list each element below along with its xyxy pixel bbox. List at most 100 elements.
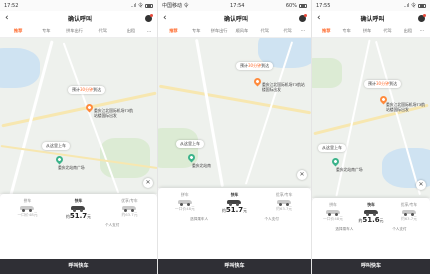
eta-bubble: 预计30分钟到达 [68,86,106,94]
destination-label: 重庆江北国际机场T3航站楼国际出发 [386,102,425,112]
page-title: 确认呼叫 [360,15,385,23]
tab-hitch[interactable]: 顺风车 [230,28,253,34]
message-icon[interactable] [298,13,307,22]
tab-taxi[interactable]: 出租 [117,28,145,34]
tab-premier[interactable]: 专车 [32,28,60,34]
passenger-option[interactable]: 选择乘车人 [335,227,353,232]
car-option-express[interactable]: 快车 约51.6元 [352,202,390,224]
car-icon [325,209,340,216]
payment-option[interactable]: 个人支付 [392,227,406,232]
pickup-bubble[interactable]: 从这里上车 [176,140,204,148]
payment-option[interactable]: 个人支付 [105,223,119,228]
car-name: 拼车 [329,202,337,207]
tab-taxi[interactable]: 出租 [398,28,418,34]
title-bar: ‹ 确认呼叫 [312,11,430,25]
service-tabs: 推荐 专车 拼车出行 代驾 出租 ... [0,25,157,38]
title-bar: ‹ 确认呼叫 [158,11,311,25]
close-icon[interactable]: ✕ [297,170,307,180]
car-price: 约51.7元 [66,212,91,220]
tab-premier[interactable]: 专车 [336,28,356,34]
car-price: 约63.7元 [121,212,138,217]
pickup-label: 重庆北站南广场 [336,167,363,172]
phone-screen-1: 17:52 ..ıl 令 ‹ 确认呼叫 推荐 专车 拼车出行 代驾 出租 ...… [0,0,158,274]
car-name: 优享/专车 [275,192,293,197]
pickup-label: 重庆北站南 [192,163,211,168]
car-option-express[interactable]: 快车 约51.7元 [53,198,103,220]
car-name: 优享/专车 [121,198,138,203]
close-icon[interactable]: ✕ [416,180,426,190]
car-option-premium[interactable]: 优享/专车 约63.7元 [104,198,154,220]
car-icon [227,199,242,206]
tab-recommend[interactable]: 推荐 [316,28,336,34]
car-price: 约63.7元 [276,206,293,211]
page-title: 确认呼叫 [223,15,248,23]
back-button[interactable]: ‹ [317,11,327,25]
tab-chauffeur[interactable]: 代驾 [89,28,117,34]
tab-carpool[interactable]: 拼车 [357,28,377,34]
pickup-pin-icon[interactable] [330,156,341,167]
car-selection-panel: 拼车 一口价48元 快车 约51.7元 优享/专车 约63.7元 选择乘车人 个… [158,188,311,274]
eta-bubble: 预计30分钟到达 [236,62,274,70]
car-option-carpool[interactable]: 拼车 一口价48元 [2,198,52,220]
route-map[interactable]: 预计30分钟到达 重庆江北国际机场T3航站楼国际出发 从这里上车 重庆北站南广场… [312,38,430,198]
signal-icon: 中国移动 令 [162,3,189,9]
pickup-bubble[interactable]: 从这里上车 [42,142,70,150]
car-price: 一口价48元 [322,216,343,221]
signal-icon: ..ıl 令 [403,3,416,9]
tabs-more-icon[interactable]: ... [145,28,153,34]
car-option-carpool[interactable]: 拼车 一口价48元 [314,202,352,224]
back-button[interactable]: ‹ [163,11,173,25]
passenger-option[interactable]: 选择乘车人 [190,217,208,222]
tab-chauffeur-2[interactable]: 代驾 [276,28,299,34]
car-name: 拼车 [181,192,189,197]
status-time: 17:55 [316,2,331,9]
car-options: 拼车 一口价48元 快车 约51.7元 优享/专车 约63.7元 [0,194,157,220]
message-icon[interactable] [417,13,426,22]
pickup-label: 重庆北站南广场 [58,165,85,170]
tab-carpool[interactable]: 拼车出行 [208,28,231,34]
pickup-bubble[interactable]: 从这里上车 [318,144,346,152]
tab-recommend[interactable]: 推荐 [4,28,32,34]
car-name: 快车 [230,192,239,197]
car-icon [177,199,192,206]
route-map[interactable]: 预计30分钟到达 重庆江北国际机场T3航站楼国际出发 从这里上车 重庆北站南 ✕ [158,38,311,188]
call-car-button[interactable]: 呼叫快车 [312,259,430,274]
tabs-more-icon[interactable]: ⋯ [299,28,307,34]
call-car-button[interactable]: 呼叫快车 [0,259,157,274]
ride-options: 选择乘车人 个人支付 [158,214,311,225]
back-button[interactable]: ‹ [5,11,15,25]
status-time: 17:52 [4,2,19,9]
map-park [312,58,342,88]
car-option-carpool[interactable]: 拼车 一口价48元 [160,192,209,214]
destination-label: 重庆江北国际机场T3航站楼国际出发 [94,108,133,118]
car-icon [122,205,137,212]
tab-recommend[interactable]: 推荐 [162,28,185,34]
message-icon[interactable] [144,13,153,22]
close-icon[interactable]: ✕ [143,178,153,188]
car-icon [363,209,378,216]
tab-chauffeur[interactable]: 代驾 [253,28,276,34]
tab-carpool[interactable]: 拼车出行 [60,28,88,34]
status-time: 17:54 [230,2,245,9]
phone-screen-2: 中国移动 令 17:54 60% ‹ 确认呼叫 推荐 专车 拼车出行 顺风车 代… [158,0,312,274]
tab-premier[interactable]: 专车 [185,28,208,34]
car-selection-panel: 拼车 一口价48元 快车 约51.7元 优享/专车 约63.7元 个人支付 呼叫… [0,194,157,274]
notification-dot [149,13,153,17]
car-name: 快车 [74,198,83,203]
car-price: 一口价48元 [174,206,195,211]
destination-pin-icon [252,76,263,87]
car-option-premium[interactable]: 优享/专车 约63.7元 [390,202,428,224]
route-map[interactable]: 预计30分钟到达 重庆江北国际机场T3航站楼国际出发 从这里上车 重庆北站南广场… [0,38,157,194]
car-options: 拼车 一口价48元 快车 约51.6元 优享/专车 约63.7元 [312,198,430,224]
call-car-button[interactable]: 呼叫快车 [158,259,311,274]
tabs-more-icon[interactable]: ⋯ [418,28,426,34]
map-water [0,48,40,88]
status-bar: 17:52 ..ıl 令 [0,0,157,11]
car-option-premium[interactable]: 优享/专车 约63.7元 [260,192,309,214]
pickup-pin-icon[interactable] [54,154,65,165]
car-option-express[interactable]: 快车 约51.7元 [210,192,259,214]
ride-options: 个人支付 [0,220,157,231]
tab-chauffeur[interactable]: 代驾 [377,28,397,34]
battery-icon [145,3,153,8]
payment-option[interactable]: 个人支付 [264,217,278,222]
